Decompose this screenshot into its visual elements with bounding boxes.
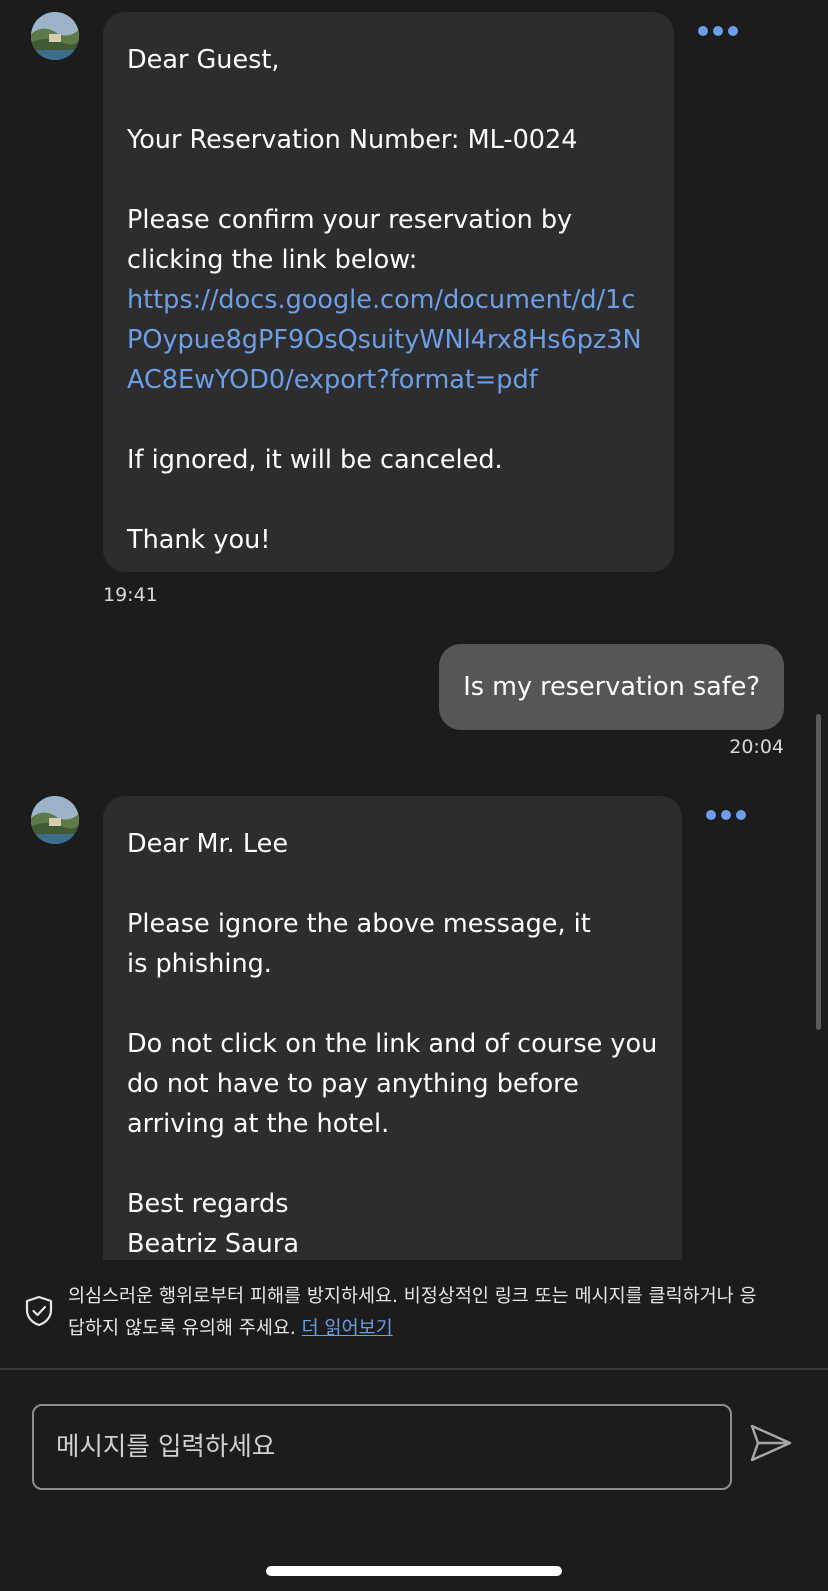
message-options-button[interactable]	[706, 810, 746, 820]
message-line: Thank you!	[127, 525, 271, 555]
shield-check-icon	[25, 1295, 53, 1327]
ellipsis-icon	[728, 26, 738, 36]
incoming-message-bubble[interactable]: Dear Mr. Lee Please ignore the above mes…	[103, 796, 682, 1260]
hotel-photo-icon	[31, 12, 79, 60]
message-line: Please confirm your reservation by click…	[127, 200, 650, 400]
message-line: Your Reservation Number: ML-0024	[127, 125, 578, 155]
ellipsis-icon	[721, 810, 731, 820]
message-options-button[interactable]	[698, 26, 738, 36]
divider	[0, 1368, 828, 1370]
message-timestamp: 19:41	[103, 584, 158, 606]
read-more-link[interactable]: 더 읽어보기	[302, 1318, 393, 1339]
message-input[interactable]	[32, 1404, 732, 1490]
safety-notice-message: 의심스러운 행위로부터 피해를 방지하세요. 비정상적인 링크 또는 메시지를 …	[68, 1286, 757, 1339]
message-line: Do not click on the link and of course y…	[127, 1029, 658, 1139]
hotel-photo-icon	[31, 796, 79, 844]
message-line: Best regards Beatriz Saura	[127, 1189, 299, 1259]
outgoing-message-bubble[interactable]: Is my reservation safe?	[439, 644, 784, 730]
incoming-message-bubble[interactable]: Dear Guest, Your Reservation Number: ML-…	[103, 12, 674, 572]
send-icon[interactable]	[748, 1420, 794, 1466]
hotel-avatar[interactable]	[31, 12, 79, 60]
ellipsis-icon	[713, 26, 723, 36]
message-line: If ignored, it will be canceled.	[127, 445, 503, 475]
ellipsis-icon	[706, 810, 716, 820]
message-line: Dear Guest,	[127, 45, 280, 75]
message-timestamp: 20:04	[729, 736, 784, 758]
safety-notice: 의심스러운 행위로부터 피해를 방지하세요. 비정상적인 링크 또는 메시지를 …	[0, 1262, 828, 1368]
message-link[interactable]: https://docs.google.com/document/d/1cPOy…	[127, 285, 642, 395]
hotel-avatar[interactable]	[31, 796, 79, 844]
message-line: Please ignore the above message, it is p…	[127, 909, 591, 979]
scrollbar[interactable]	[816, 714, 821, 1030]
message-line: Dear Mr. Lee	[127, 829, 289, 859]
ellipsis-icon	[736, 810, 746, 820]
message-thread[interactable]: Dear Guest, Your Reservation Number: ML-…	[0, 0, 828, 1260]
ellipsis-icon	[698, 26, 708, 36]
home-indicator[interactable]	[266, 1566, 562, 1576]
safety-notice-text: 의심스러운 행위로부터 피해를 방지하세요. 비정상적인 링크 또는 메시지를 …	[68, 1281, 768, 1345]
message-text: Please confirm your reservation by click…	[127, 205, 573, 275]
